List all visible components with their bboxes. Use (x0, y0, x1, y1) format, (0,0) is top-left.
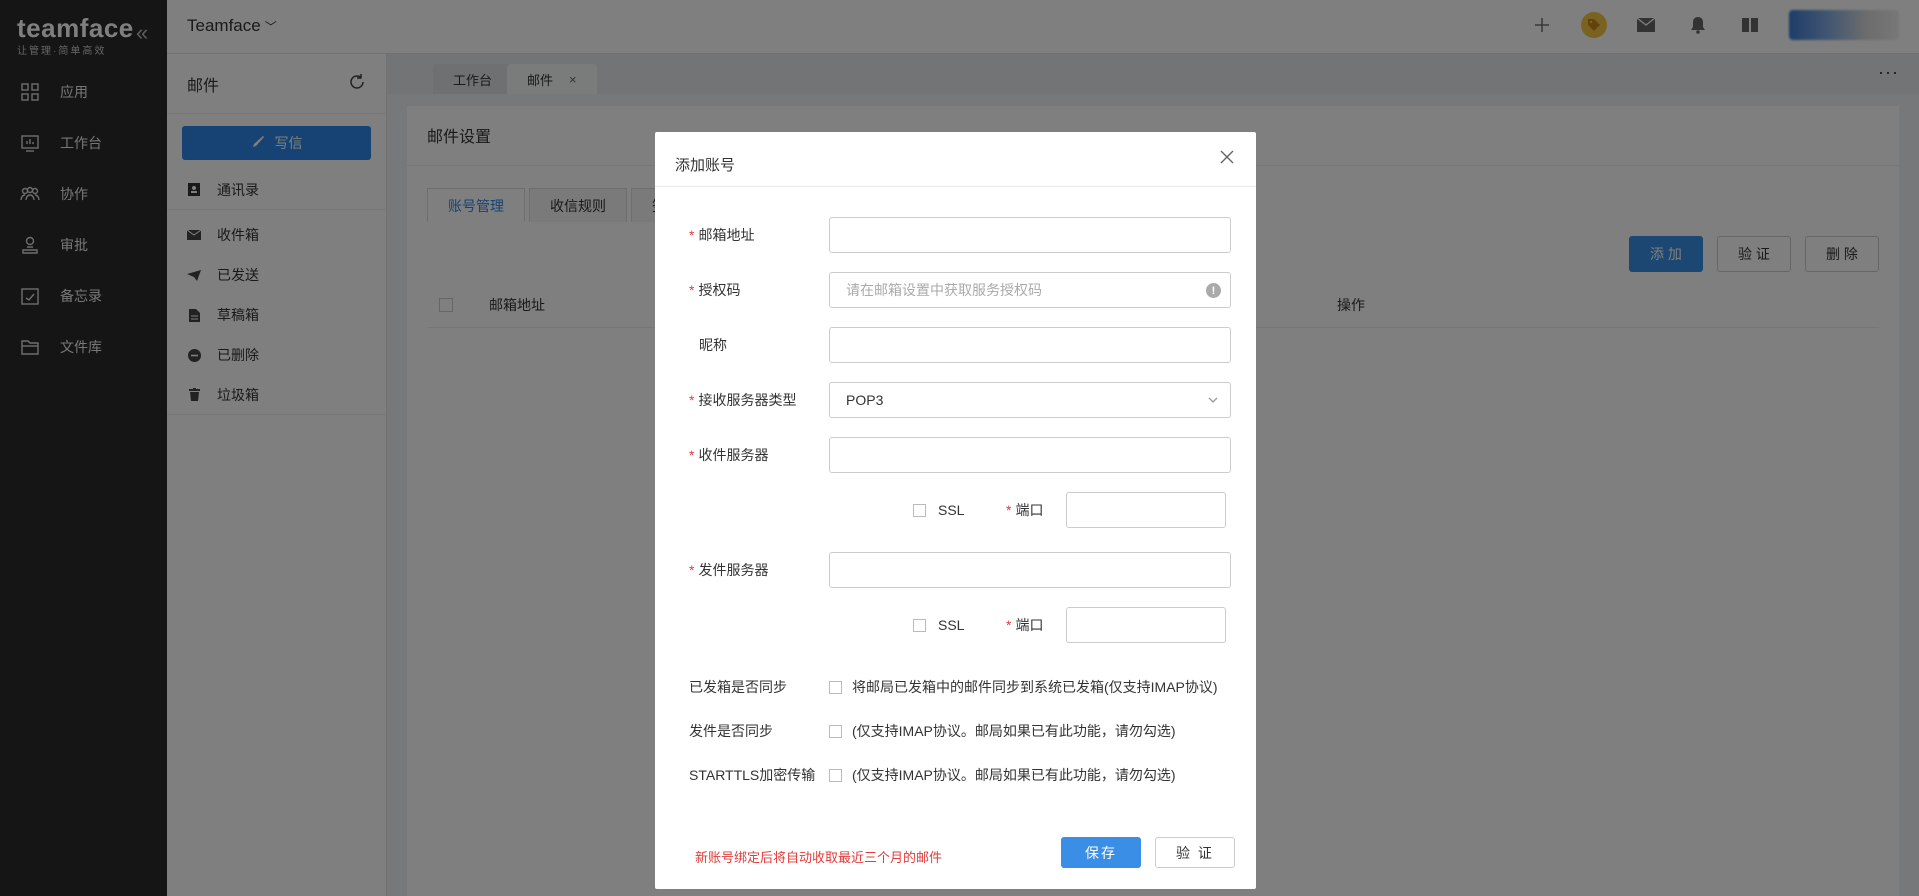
starttls-label: STARTTLS加密传输 (689, 767, 816, 783)
outgoing-ssl-checkbox[interactable] (913, 618, 926, 632)
info-icon[interactable]: ! (1206, 283, 1221, 298)
sync-sent-text: 将邮局已发箱中的邮件同步到系统已发箱(仅支持IMAP协议) (852, 679, 1218, 695)
nickname-label: 昵称 (699, 337, 727, 353)
starttls-checkbox[interactable] (829, 768, 842, 782)
starttls-text: (仅支持IMAP协议。邮局如果已有此功能，请勿勾选) (852, 767, 1176, 783)
server-type-row: * 接收服务器类型 POP3 (689, 382, 1231, 418)
sync-sent-row: 已发箱是否同步 将邮局已发箱中的邮件同步到系统已发箱(仅支持IMAP协议) (689, 675, 1236, 699)
auth-code-row: * 授权码 请在邮箱设置中获取服务授权码 ! (689, 272, 1231, 308)
incoming-server-row: * 收件服务器 (689, 437, 1231, 473)
dialog-title: 添加账号 (675, 157, 736, 174)
auth-code-label: * 授权码 (689, 282, 741, 298)
sync-outgoing-checkbox[interactable] (829, 724, 842, 738)
close-icon[interactable] (1218, 148, 1236, 166)
incoming-port-field[interactable] (1066, 492, 1226, 528)
starttls-row: STARTTLS加密传输 (仅支持IMAP协议。邮局如果已有此功能，请勿勾选) (689, 763, 1236, 787)
incoming-server-label: * 收件服务器 (689, 447, 769, 463)
outgoing-server-label: * 发件服务器 (689, 562, 769, 578)
nickname-field[interactable] (829, 327, 1231, 363)
outgoing-port-field[interactable] (1066, 607, 1226, 643)
incoming-ssl-checkbox[interactable] (913, 503, 926, 517)
incoming-server-field[interactable] (829, 437, 1231, 473)
email-label: * 邮箱地址 (689, 227, 755, 243)
server-type-value: POP3 (846, 392, 884, 408)
outgoing-server-row: * 发件服务器 (689, 552, 1231, 588)
dialog-header: 添加账号 (655, 132, 1256, 187)
add-account-dialog: 添加账号 * 邮箱地址 * 授权码 请在邮箱设置中获取服务授权码 ! 昵称 * 接收服… (655, 132, 1256, 889)
sync-sent-label: 已发箱是否同步 (689, 679, 787, 695)
save-button[interactable]: 保存 (1061, 837, 1141, 868)
nickname-row: 昵称 (689, 327, 1231, 363)
port-label: * 端口 (1006, 502, 1044, 518)
server-type-select[interactable]: POP3 (829, 382, 1231, 418)
outgoing-ssl-row: SSL * 端口 (913, 607, 1231, 643)
auth-code-placeholder: 请在邮箱设置中获取服务授权码 (846, 282, 1042, 298)
sync-outgoing-text: (仅支持IMAP协议。邮局如果已有此功能，请勿勾选) (852, 723, 1176, 739)
auto-fetch-notice: 新账号绑定后将自动收取最近三个月的邮件 (695, 850, 943, 865)
sync-sent-checkbox[interactable] (829, 680, 842, 694)
port-label: * 端口 (1006, 617, 1044, 633)
chevron-down-icon (1206, 393, 1220, 407)
ssl-label: SSL (938, 502, 965, 518)
server-type-label: * 接收服务器类型 (689, 392, 797, 408)
verify-button[interactable]: 验 证 (1155, 837, 1235, 868)
outgoing-server-field[interactable] (829, 552, 1231, 588)
auth-code-field[interactable]: 请在邮箱设置中获取服务授权码 ! (829, 272, 1231, 308)
ssl-label: SSL (938, 617, 965, 633)
dialog-footer: 新账号绑定后将自动收取最近三个月的邮件 保存 验 证 (655, 819, 1256, 889)
sync-outgoing-row: 发件是否同步 (仅支持IMAP协议。邮局如果已有此功能，请勿勾选) (689, 719, 1236, 743)
email-field[interactable] (829, 217, 1231, 253)
sync-outgoing-label: 发件是否同步 (689, 723, 773, 739)
email-row: * 邮箱地址 (689, 217, 1231, 253)
incoming-ssl-row: SSL * 端口 (913, 492, 1231, 528)
